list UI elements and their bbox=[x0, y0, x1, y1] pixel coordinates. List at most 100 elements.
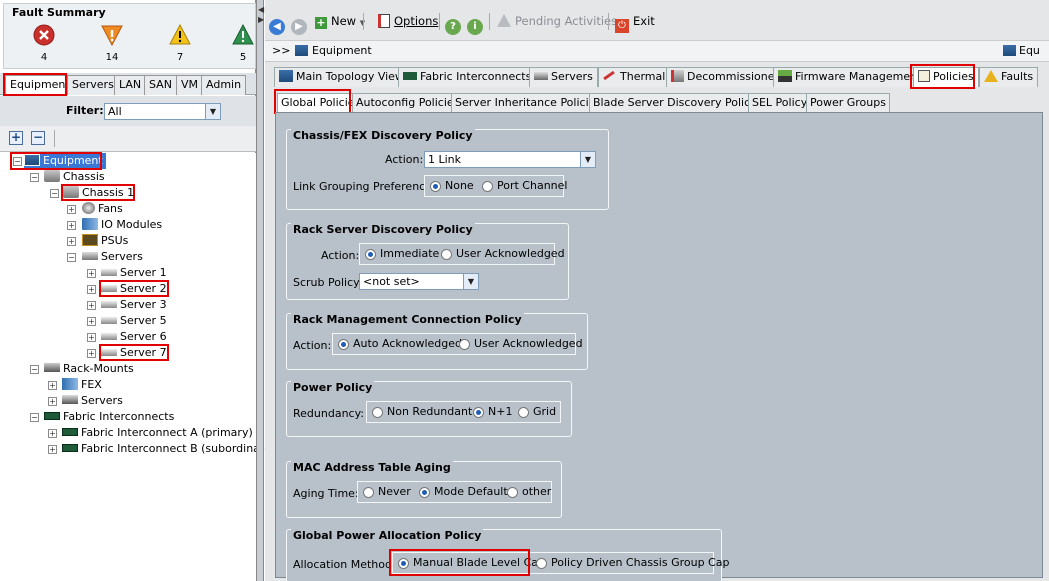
tree-node-server-3[interactable]: Server 3 bbox=[101, 297, 167, 313]
tab-firmware-management[interactable]: Firmware Management bbox=[773, 67, 927, 87]
tab-label: Thermal bbox=[620, 70, 666, 83]
expand-toggle[interactable]: + bbox=[48, 397, 57, 406]
collapse-toggle[interactable]: − bbox=[30, 413, 39, 422]
expand-toggle[interactable]: + bbox=[48, 429, 57, 438]
expand-right-icon[interactable]: ▶ bbox=[258, 16, 264, 24]
tab-fabric-interconnects[interactable]: Fabric Interconnects bbox=[398, 67, 537, 87]
radio-immediate[interactable] bbox=[365, 249, 376, 260]
tab-thermal[interactable]: Thermal bbox=[598, 67, 671, 87]
help-button[interactable]: ? bbox=[445, 12, 464, 35]
expand-toggle[interactable]: + bbox=[67, 205, 76, 214]
expand-toggle[interactable]: + bbox=[67, 221, 76, 230]
expand-toggle[interactable]: + bbox=[87, 301, 96, 310]
expand-all-button[interactable]: + bbox=[9, 131, 23, 145]
radio-n-plus-1[interactable] bbox=[473, 407, 484, 418]
tab-power-groups[interactable]: Power Groups bbox=[806, 93, 890, 112]
radio-never[interactable] bbox=[363, 487, 374, 498]
major-fault-item[interactable]: 14 bbox=[92, 24, 132, 63]
radio-non-redundant[interactable] bbox=[372, 407, 383, 418]
field-label: Action: bbox=[321, 249, 360, 262]
equipment-tree: − Equipment − Chassis − Chassis 1 + Fans… bbox=[0, 152, 275, 581]
collapse-left-icon[interactable]: ◀ bbox=[258, 6, 264, 14]
expand-toggle[interactable]: + bbox=[87, 285, 96, 294]
tab-decommissioned[interactable]: Decommissioned bbox=[666, 67, 787, 87]
radio-auto-acknowledged[interactable] bbox=[338, 339, 349, 350]
tab-faults[interactable]: Faults bbox=[979, 67, 1039, 87]
tree-node-rack-servers[interactable]: Servers bbox=[62, 393, 123, 409]
collapse-toggle[interactable]: − bbox=[30, 365, 39, 374]
tree-node-fabric-interconnect-a[interactable]: Fabric Interconnect A (primary) bbox=[62, 425, 253, 441]
tab-label: Servers bbox=[551, 70, 593, 83]
tree-label: Fabric Interconnect A (primary) bbox=[81, 426, 253, 439]
tree-node-fabric-interconnect-b[interactable]: Fabric Interconnect B (subordinate) bbox=[62, 441, 275, 457]
collapse-all-button[interactable]: − bbox=[31, 131, 45, 145]
expand-toggle[interactable]: + bbox=[87, 349, 96, 358]
tree-node-psus[interactable]: PSUs bbox=[82, 233, 128, 249]
exit-button[interactable]: ⏻ Exit bbox=[615, 12, 655, 33]
expand-toggle[interactable]: + bbox=[87, 269, 96, 278]
radio-none[interactable] bbox=[430, 181, 441, 192]
tree-node-servers[interactable]: Servers bbox=[82, 249, 143, 265]
tab-blade-server-discovery-policies[interactable]: Blade Server Discovery Policies bbox=[589, 93, 770, 112]
info-button[interactable]: i bbox=[467, 12, 486, 35]
toolbar-divider bbox=[363, 13, 364, 30]
filter-bar: Filter: All ▼ bbox=[0, 96, 256, 126]
tree-node-server-6[interactable]: Server 6 bbox=[101, 329, 167, 345]
options-button[interactable]: Options bbox=[378, 12, 438, 30]
collapse-toggle[interactable]: − bbox=[67, 253, 76, 262]
topology-icon bbox=[279, 70, 293, 82]
rack-management-connection-policy: Rack Management Connection Policy Action… bbox=[286, 313, 588, 370]
expand-toggle[interactable]: + bbox=[48, 445, 57, 454]
group-title: Rack Server Discovery Policy bbox=[291, 223, 475, 236]
expand-toggle[interactable]: + bbox=[48, 381, 57, 390]
breadcrumb-equipment[interactable]: Equipment bbox=[295, 41, 372, 61]
expand-toggle[interactable]: + bbox=[87, 317, 96, 326]
toolbar-divider bbox=[439, 13, 440, 30]
back-button[interactable]: ◀ bbox=[269, 12, 288, 35]
tree-node-io-modules[interactable]: IO Modules bbox=[82, 217, 162, 233]
tab-servers-main[interactable]: Servers bbox=[529, 67, 598, 87]
thermometer-icon bbox=[603, 70, 615, 81]
collapse-toggle[interactable]: − bbox=[30, 173, 39, 182]
pending-label: Pending Activities bbox=[515, 14, 618, 28]
blade-server-icon bbox=[101, 333, 117, 340]
tree-label: Chassis bbox=[63, 170, 105, 183]
forward-button[interactable]: ▶ bbox=[291, 12, 310, 35]
filter-select[interactable]: All ▼ bbox=[104, 103, 221, 120]
tree-node-chassis[interactable]: Chassis bbox=[44, 169, 105, 185]
radio-user-acknowledged[interactable] bbox=[441, 249, 452, 260]
radio-other[interactable] bbox=[507, 487, 518, 498]
tree-node-fans[interactable]: Fans bbox=[82, 201, 123, 217]
expand-toggle[interactable]: + bbox=[67, 237, 76, 246]
scrub-policy-select[interactable]: <not set> ▼ bbox=[359, 273, 479, 290]
tree-node-rack-mounts[interactable]: Rack-Mounts bbox=[44, 361, 134, 377]
radio-user-acknowledged[interactable] bbox=[459, 339, 470, 350]
tab-lan[interactable]: LAN bbox=[114, 75, 147, 95]
tab-main-topology-view[interactable]: Main Topology View bbox=[274, 67, 409, 87]
critical-fault-item[interactable]: 4 bbox=[24, 24, 64, 63]
tab-sel-policy[interactable]: SEL Policy bbox=[748, 93, 812, 112]
new-button[interactable]: +New ▼ bbox=[315, 12, 365, 30]
tab-server-inheritance-policies[interactable]: Server Inheritance Policies bbox=[451, 93, 606, 112]
radio-policy-driven-chassis-group-cap[interactable] bbox=[536, 558, 547, 569]
chassis-action-select[interactable]: 1 Link ▼ bbox=[424, 151, 596, 168]
expand-toggle[interactable]: + bbox=[87, 333, 96, 342]
radio-grid[interactable] bbox=[518, 407, 529, 418]
radio-port-channel[interactable] bbox=[482, 181, 493, 192]
tab-san[interactable]: SAN bbox=[144, 75, 177, 95]
tab-autoconfig-policies[interactable]: Autoconfig Policies bbox=[352, 93, 464, 112]
tree-node-fex[interactable]: FEX bbox=[62, 377, 102, 393]
radio-mode-default[interactable] bbox=[419, 487, 430, 498]
pane-splitter[interactable]: ◀ ▶ bbox=[256, 0, 264, 581]
pending-activities-button[interactable]: Pending Activities bbox=[497, 12, 617, 30]
tree-node-server-1[interactable]: Server 1 bbox=[101, 265, 167, 281]
tree-node-server-5[interactable]: Server 5 bbox=[101, 313, 167, 329]
tree-label: IO Modules bbox=[101, 218, 163, 231]
tab-admin[interactable]: Admin bbox=[201, 75, 247, 95]
tree-node-fabric-interconnects[interactable]: Fabric Interconnects bbox=[44, 409, 174, 425]
tab-vm[interactable]: VM bbox=[176, 75, 204, 95]
warning-fault-item[interactable]: 5 bbox=[228, 24, 258, 63]
collapse-toggle[interactable]: − bbox=[50, 189, 59, 198]
tab-servers[interactable]: Servers bbox=[67, 75, 119, 95]
minor-fault-item[interactable]: 7 bbox=[160, 23, 200, 63]
